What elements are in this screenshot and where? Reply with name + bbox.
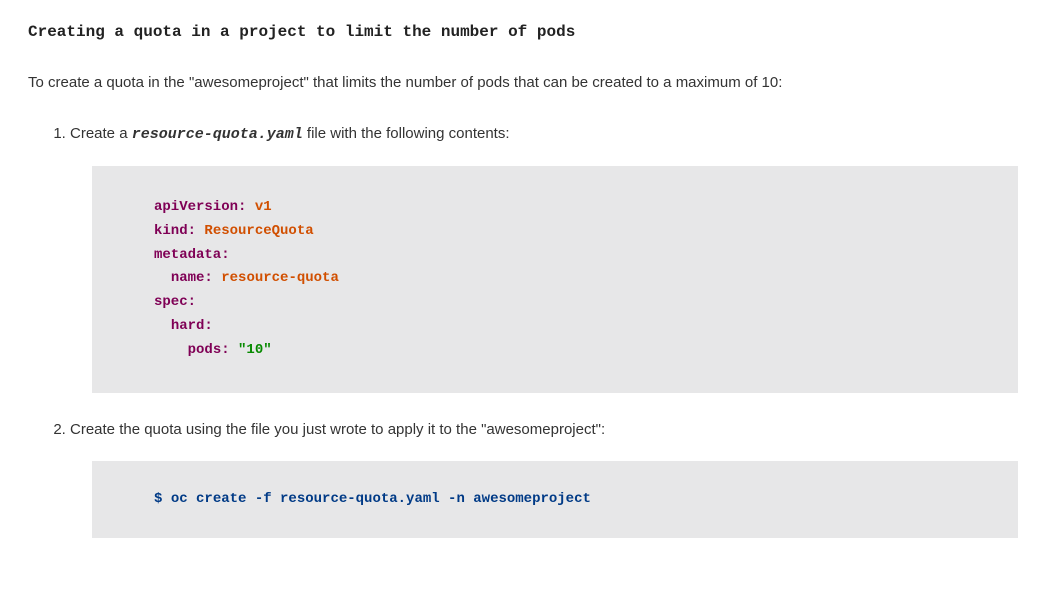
yaml-pods-value: "10" [238, 342, 272, 358]
yaml-spec-key: spec: [154, 294, 196, 310]
yaml-hard-key: hard: [171, 318, 213, 334]
yaml-code-block: apiVersion: v1 kind: ResourceQuota metad… [92, 166, 1018, 393]
section-heading: Creating a quota in a project to limit t… [28, 20, 1018, 44]
step-1-suffix: file with the following contents: [303, 125, 510, 142]
yaml-kind-key: kind: [154, 223, 196, 239]
steps-list: Create a resource-quota.yaml file with t… [28, 123, 1018, 539]
yaml-apiversion-value: v1 [255, 199, 272, 215]
yaml-pods-key: pods: [188, 342, 230, 358]
command-code-block: $ oc create -f resource-quota.yaml -n aw… [92, 461, 1018, 538]
command-prompt: $ [154, 491, 162, 507]
step-1-prefix: Create a [70, 125, 132, 142]
step-2: Create the quota using the file you just… [70, 419, 1018, 539]
step-1-inline-code: resource-quota.yaml [132, 126, 303, 143]
command-line: oc create -f resource-quota.yaml -n awes… [171, 491, 591, 507]
step-2-text: Create the quota using the file you just… [70, 421, 605, 438]
step-1-text: Create a resource-quota.yaml file with t… [70, 125, 510, 142]
intro-paragraph: To create a quota in the "awesomeproject… [28, 72, 1018, 95]
yaml-apiversion-key: apiVersion: [154, 199, 246, 215]
step-1: Create a resource-quota.yaml file with t… [70, 123, 1018, 393]
yaml-metadata-key: metadata: [154, 247, 230, 263]
yaml-name-key: name: [171, 270, 213, 286]
yaml-kind-value: ResourceQuota [204, 223, 313, 239]
yaml-name-value: resource-quota [221, 270, 339, 286]
